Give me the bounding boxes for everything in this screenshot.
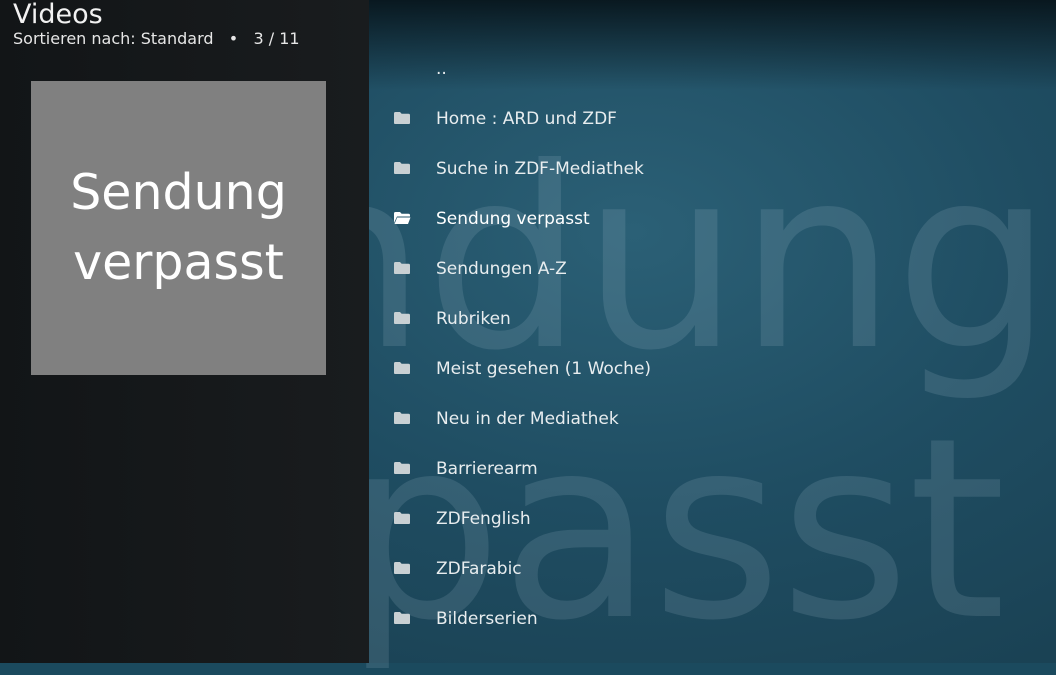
list-item-label: Sendungen A-Z — [436, 259, 567, 279]
list-item[interactable]: Suche in ZDF-Mediathek — [369, 144, 1056, 194]
info-panel: Videos Sortieren nach: Standard • 3 / 11… — [0, 0, 369, 663]
folder-icon — [394, 562, 410, 574]
folder-icon — [394, 312, 410, 324]
preview-thumbnail: Sendung verpasst — [31, 81, 326, 375]
list-item[interactable]: Bilderserien — [369, 594, 1056, 644]
list-item-label: Suche in ZDF-Mediathek — [436, 159, 644, 179]
folder-icon — [394, 612, 410, 624]
list-item[interactable]: Rubriken — [369, 294, 1056, 344]
list-item[interactable]: Neu in der Mediathek — [369, 394, 1056, 444]
folder-icon — [394, 462, 410, 474]
list-item-label: .. — [436, 59, 447, 79]
list-item[interactable]: Barrierearm — [369, 444, 1056, 494]
page-title: Videos — [13, 0, 103, 30]
folder-open-icon — [394, 212, 411, 224]
list-item-label: ZDFarabic — [436, 559, 522, 579]
list-item[interactable]: Meist gesehen (1 Woche) — [369, 344, 1056, 394]
preview-line2: verpasst — [73, 234, 284, 291]
list-item-label: Neu in der Mediathek — [436, 409, 619, 429]
list-item[interactable]: Home : ARD und ZDF — [369, 94, 1056, 144]
folder-icon — [394, 162, 410, 174]
item-list: .. Home : ARD und ZDF Suche in ZDF-Media… — [369, 44, 1056, 663]
sort-label: Sortieren nach: Standard — [13, 29, 214, 48]
preview-line1: Sendung — [70, 164, 287, 221]
list-item-label: ZDFenglish — [436, 509, 531, 529]
list-item[interactable]: ZDFarabic — [369, 544, 1056, 594]
list-item-label: Sendung verpasst — [436, 209, 590, 229]
list-item-label: Home : ARD und ZDF — [436, 109, 617, 129]
header: Videos Sortieren nach: Standard • 3 / 11 — [13, 0, 300, 49]
preview-title: Sendung verpasst — [49, 158, 309, 298]
list-item-label: Bilderserien — [436, 609, 538, 629]
list-item-label: Meist gesehen (1 Woche) — [436, 359, 652, 379]
list-item-selected[interactable]: Sendung verpasst — [369, 194, 1056, 244]
list-item[interactable]: ZDFenglish — [369, 494, 1056, 544]
folder-icon — [394, 512, 410, 524]
folder-icon — [394, 112, 410, 124]
list-item-label: Barrierearm — [436, 459, 538, 479]
folder-icon — [394, 362, 410, 374]
folder-icon — [394, 262, 410, 274]
list-item-parent[interactable]: .. — [369, 44, 1056, 94]
list-item[interactable]: Sendungen A-Z — [369, 244, 1056, 294]
sort-info: Sortieren nach: Standard • 3 / 11 — [13, 29, 300, 49]
separator-dot: • — [228, 29, 239, 48]
item-position: 3 / 11 — [253, 29, 300, 48]
folder-icon — [394, 412, 410, 424]
list-item-label: Rubriken — [436, 309, 511, 329]
